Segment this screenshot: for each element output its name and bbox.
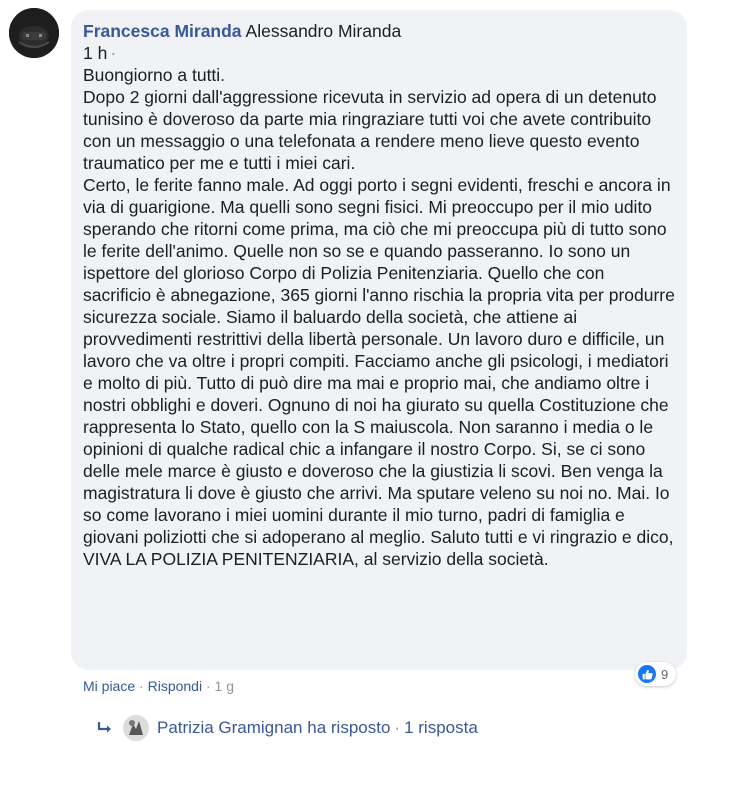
like-icon: [638, 665, 656, 683]
view-replies-link[interactable]: Patrizia Gramignan ha risposto · 1 rispost…: [97, 715, 478, 741]
replied-text: ha risposto: [307, 718, 391, 737]
commenter-avatar[interactable]: [9, 8, 59, 58]
comment-bubble: Francesca Miranda Alessandro Miranda 1 h ·…: [71, 10, 687, 670]
reply-arrow-icon: [97, 721, 111, 733]
author-name[interactable]: Francesca Miranda: [83, 21, 242, 41]
replier-name: Patrizia Gramignan: [157, 718, 303, 737]
comment-paragraph: Dopo 2 giorni dall'aggressione ricevuta …: [83, 87, 657, 173]
reply-separator: ·: [394, 718, 401, 737]
comment-meta: 1 h ·: [83, 42, 675, 64]
comment-paragraph: Certo, le ferite fanno male. Ad oggi por…: [83, 175, 675, 569]
comment-paragraph: Buongiorno a tutti.: [83, 65, 226, 85]
action-separator: ·: [139, 678, 144, 694]
replier-avatar: [123, 715, 149, 741]
like-button[interactable]: Mi piace: [83, 678, 135, 694]
tagged-user[interactable]: Alessandro Miranda: [246, 21, 402, 41]
comment-timestamp[interactable]: 1 h: [83, 43, 107, 63]
comment-body: Buongiorno a tutti. Dopo 2 giorni dall'a…: [83, 64, 675, 570]
reaction-count: 9: [661, 666, 669, 682]
reaction-badge[interactable]: 9: [635, 662, 677, 686]
avatar-image: [9, 8, 59, 58]
comment-actions: Mi piace · Rispondi · 1 g: [83, 676, 234, 696]
reply-count: 1 risposta: [404, 718, 478, 737]
comment-header: Francesca Miranda Alessandro Miranda: [83, 20, 675, 42]
comment-age[interactable]: 1 g: [215, 678, 234, 694]
reply-button[interactable]: Rispondi: [148, 678, 202, 694]
timestamp-separator: ·: [110, 43, 117, 63]
action-separator: ·: [205, 678, 211, 694]
